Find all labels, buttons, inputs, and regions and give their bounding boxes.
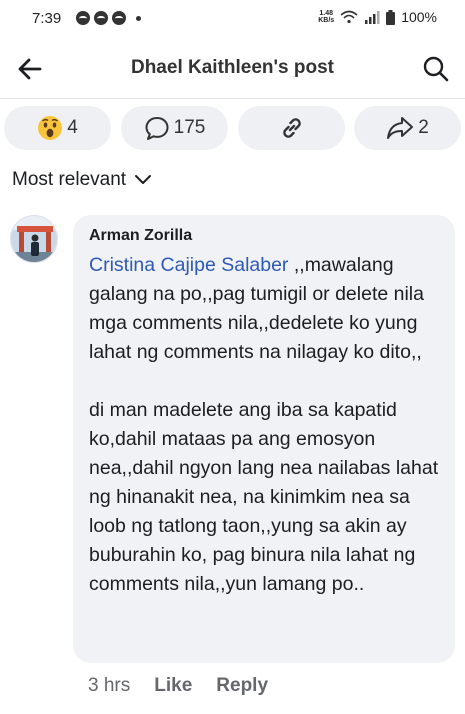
reactions-count: 4 xyxy=(67,117,78,138)
messenger-icon xyxy=(112,11,126,25)
comment-actions: 3 hrs Like Reply xyxy=(88,675,268,697)
status-time: 7:39 xyxy=(32,10,62,27)
comment-bubble: Arman Zorilla Cristina Cajipe Salaber ,,… xyxy=(73,215,455,663)
network-speed-value: 1.48 xyxy=(319,10,334,17)
header-divider xyxy=(0,98,465,99)
signal-icon xyxy=(365,11,380,24)
battery-icon xyxy=(386,9,396,25)
shares-button[interactable]: 2 xyxy=(354,106,461,150)
avatar[interactable] xyxy=(10,215,58,263)
search-button[interactable] xyxy=(421,54,451,84)
notification-icons xyxy=(76,11,141,25)
comment-author[interactable]: Arman Zorilla xyxy=(89,227,441,245)
search-icon xyxy=(423,56,449,82)
shares-count: 2 xyxy=(418,117,429,138)
comment-timestamp: 3 hrs xyxy=(88,675,131,696)
status-indicators: 1.48 KB/s 100% xyxy=(318,9,437,25)
wifi-icon xyxy=(340,10,358,24)
profile-photo xyxy=(11,216,57,262)
sort-label: Most relevant xyxy=(12,169,127,190)
comment-paragraph-2: di man madelete ang iba sa kapatid ko,da… xyxy=(89,399,439,595)
comment-text: Cristina Cajipe Salaber ,,mawalang galan… xyxy=(89,251,441,599)
network-speed: 1.48 KB/s xyxy=(318,10,334,24)
share-arrow-icon xyxy=(387,117,414,139)
battery-level: 100% xyxy=(401,9,437,25)
comments-count: 175 xyxy=(173,117,206,138)
post-stats: 4 175 2 xyxy=(0,106,465,152)
network-speed-unit: KB/s xyxy=(318,17,335,24)
mention-link[interactable]: Cristina Cajipe Salaber xyxy=(89,254,288,276)
status-bar: 7:39 1.48 KB/s 100% xyxy=(0,0,465,38)
comments-count-button[interactable]: 175 xyxy=(121,106,228,150)
chevron-down-icon xyxy=(135,175,152,184)
reply-button[interactable]: Reply xyxy=(216,675,268,697)
like-button[interactable]: Like xyxy=(154,675,192,697)
comment-sort-dropdown[interactable]: Most relevant xyxy=(12,169,152,191)
wow-emoji-icon xyxy=(38,116,63,140)
more-notifications-icon xyxy=(136,15,141,21)
comment-bubble-icon xyxy=(145,117,169,140)
messenger-icon xyxy=(76,11,90,25)
messenger-icon xyxy=(94,11,108,25)
copy-link-button[interactable] xyxy=(238,106,345,150)
page-title: Dhael Kaithleen's post xyxy=(130,57,334,78)
comment-paragraph-1: Cristina Cajipe Salaber ,,mawalang galan… xyxy=(89,251,441,367)
link-icon xyxy=(282,118,301,138)
reactions-button[interactable]: 4 xyxy=(4,106,111,150)
app-header: Dhael Kaithleen's post xyxy=(0,44,465,94)
